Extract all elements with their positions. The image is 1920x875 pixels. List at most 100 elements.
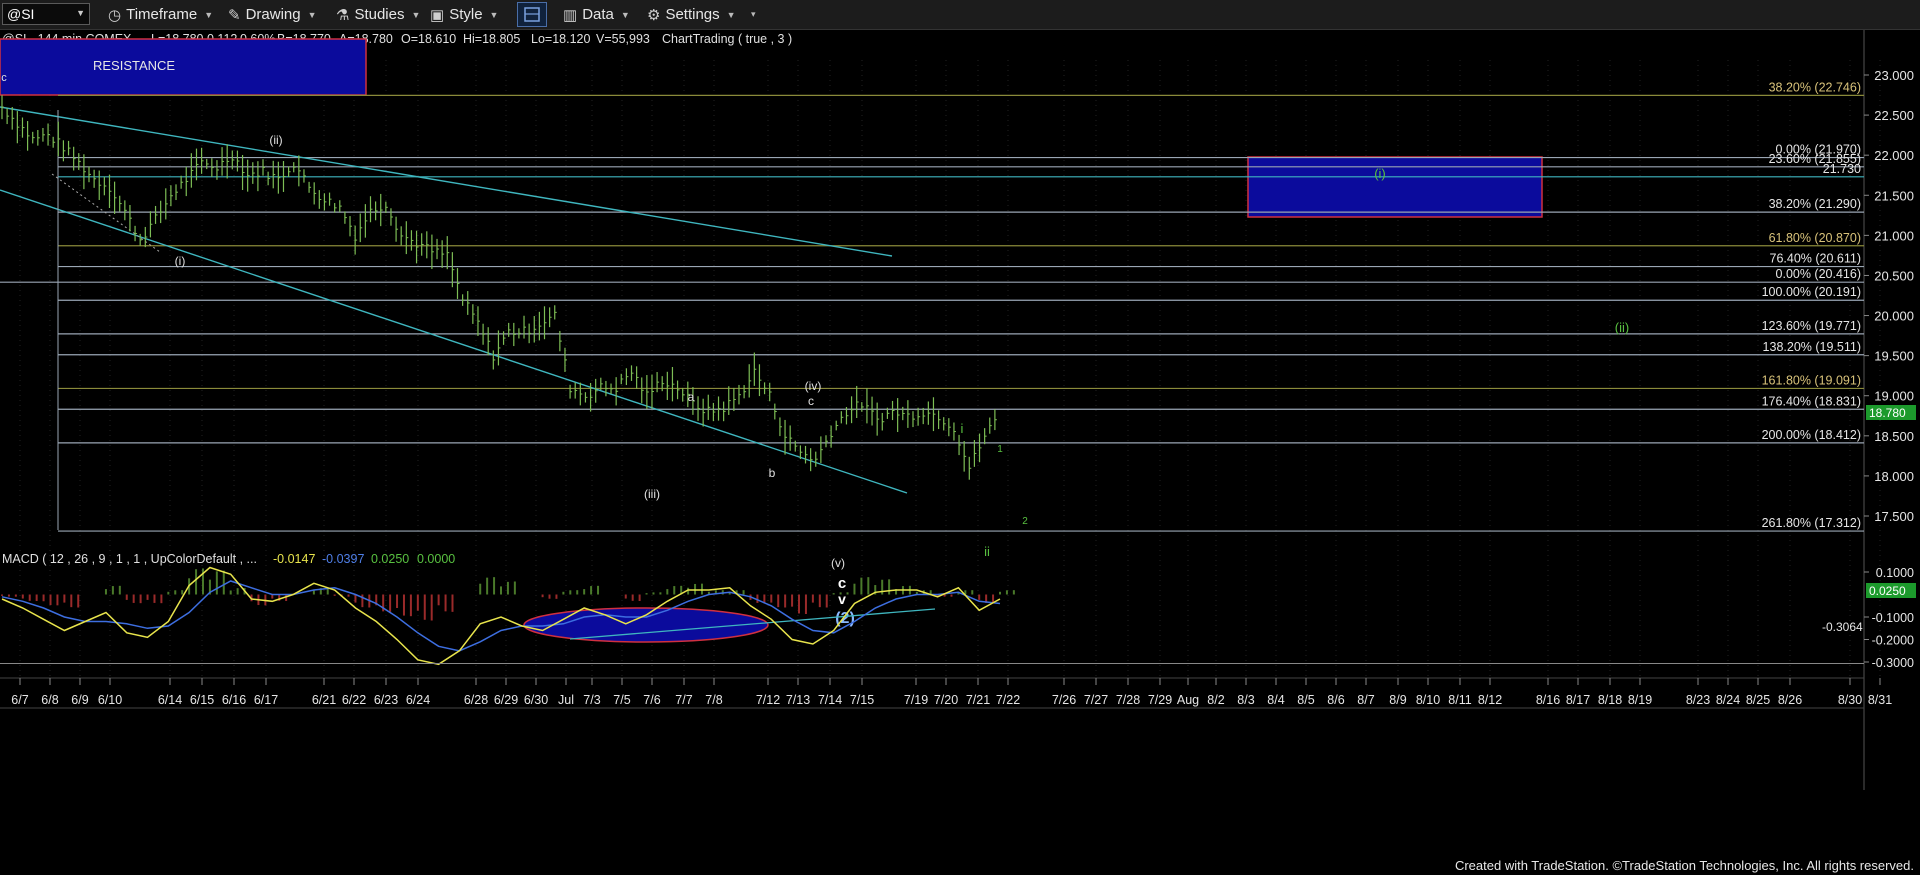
date-axis-label: 6/16 [222, 693, 246, 707]
price-bars [1, 95, 997, 480]
macd-axis-label: -0.1000 [1872, 611, 1914, 625]
date-axis-label: 7/21 [966, 693, 990, 707]
date-axis-label: 6/10 [98, 693, 122, 707]
divergence-ellipse [523, 607, 769, 643]
macd-header-label: MACD ( 12 , 26 , 9 , 1 , 1 , UpColorDefa… [2, 552, 257, 566]
data-menu[interactable]: ▥ Data ▼ [563, 4, 630, 25]
fib-label: 261.80% (17.312) [1762, 516, 1861, 530]
wave-label: 2 [1022, 516, 1028, 527]
chevron-down-icon: ▼ [620, 9, 630, 20]
price-chart[interactable]: @SI - 144 min COMEX L=18.780 0.112 0.60%… [0, 30, 1920, 845]
price-axis-label: 20.000 [1874, 309, 1914, 324]
date-axis-label: 6/9 [71, 693, 88, 707]
macd-axis-label: -0.2000 [1872, 634, 1914, 648]
target-zone-box [1247, 156, 1543, 218]
chevron-down-icon: ▼ [307, 9, 317, 20]
chevron-down-icon[interactable]: ▼ [76, 8, 85, 18]
date-axis-label: 6/8 [41, 693, 58, 707]
date-axis-label: 6/15 [190, 693, 214, 707]
date-axis-label: 6/7 [11, 693, 28, 707]
date-axis-label: 8/2 [1207, 693, 1224, 707]
timeframe-menu[interactable]: ◷ Timeframe ▼ [108, 4, 213, 25]
fib-label: 38.20% (22.746) [1769, 80, 1861, 94]
date-axis-label: 6/17 [254, 693, 278, 707]
date-axis-label: 7/19 [904, 693, 928, 707]
fib-label: 176.40% (18.831) [1762, 394, 1861, 408]
timeframe-menu-label: Timeframe [126, 6, 198, 23]
bar-chart-icon: ▥ [563, 6, 578, 24]
fib-label: 200.00% (18.412) [1762, 428, 1861, 442]
wave-label: 1 [997, 444, 1003, 455]
style-icon: ▣ [430, 6, 445, 24]
date-axis-label: 8/5 [1297, 693, 1314, 707]
date-axis-label: 8/19 [1628, 693, 1652, 707]
studies-menu-label: Studies [354, 6, 405, 23]
symbol-input-value: @SI [7, 6, 35, 22]
date-axis-label: 6/21 [312, 693, 336, 707]
chevron-down-icon: ▼ [411, 9, 421, 20]
fib-label: 0.00% (20.416) [1776, 267, 1861, 281]
date-axis-label: Jul [558, 693, 574, 707]
fib-label: 76.40% (20.611) [1770, 252, 1862, 266]
pencil-icon: ✎ [228, 6, 241, 24]
price-axis-label: 22.000 [1874, 148, 1914, 163]
style-menu[interactable]: ▣ Style ▼ [430, 4, 498, 25]
current-price-label: 18.780 [1869, 406, 1906, 420]
date-axis-label: 8/11 [1448, 693, 1471, 707]
resistance-box [0, 38, 367, 96]
wave-label: (ii) [269, 133, 282, 147]
price-axis-label: 23.000 [1874, 68, 1914, 83]
studies-menu[interactable]: ⚗ Studies ▼ [336, 4, 420, 25]
fib-label: 161.80% (19.091) [1762, 373, 1861, 387]
fibonacci-levels: 38.20% (22.746)0.00% (21.970)23.60% (21.… [0, 80, 1864, 532]
flask-icon: ⚗ [336, 6, 350, 24]
macd-axis: 0.1000 -0.1000 -0.2000 -0.3000 [0, 566, 1914, 670]
price-axis-label: 19.000 [1874, 389, 1914, 404]
macd-min-label: -0.3064 [1822, 620, 1863, 634]
macd-panel [1, 566, 1015, 666]
date-axis-label: 6/24 [406, 693, 430, 707]
style-menu-label: Style [449, 6, 483, 23]
date-axis-label: 8/4 [1267, 693, 1284, 707]
toolbar: @SI ▼ ◷ Timeframe ▼ ✎ Drawing ▼ ⚗ Studie… [0, 0, 1920, 30]
date-axis-label: 8/25 [1746, 693, 1770, 707]
symbol-input[interactable]: @SI ▼ [2, 3, 90, 25]
fib-label: 21.730 [1823, 162, 1861, 176]
chevron-down-icon: ▼ [489, 9, 499, 20]
date-axis-label: 7/20 [934, 693, 958, 707]
date-axis-label: 8/24 [1716, 693, 1740, 707]
data-menu-label: Data [582, 6, 614, 23]
layout-icon [524, 7, 540, 22]
settings-menu-label: Settings [665, 6, 720, 23]
price-axis-label: 20.500 [1874, 268, 1914, 283]
date-axis: 6/7 6/8 6/9 6/10 6/14 6/15 6/16 6/17 6/21 6/22 6/2… [11, 678, 1892, 707]
price-axis-label: 18.500 [1874, 429, 1914, 444]
wave-label: b [769, 466, 776, 480]
macd-value: -0.0147 [273, 552, 315, 566]
date-axis-label: 7/12 [756, 693, 780, 707]
wave-label: c [838, 575, 846, 592]
toolbar-overflow-icon[interactable]: ▾ [744, 4, 756, 25]
date-axis-label: 8/26 [1778, 693, 1802, 707]
price-axis-label: 22.500 [1874, 108, 1914, 123]
price-axis-label: 18.000 [1874, 469, 1914, 484]
date-axis-label: 7/26 [1052, 693, 1076, 707]
macd-axis-label: -0.3000 [1872, 656, 1914, 670]
date-axis-label: 8/12 [1478, 693, 1502, 707]
date-axis-label: 8/31 [1868, 693, 1892, 707]
wave-label: c [1, 72, 7, 84]
chevron-down-icon: ▼ [204, 9, 214, 20]
date-axis-label: 7/15 [850, 693, 874, 707]
fib-label: 100.00% (20.191) [1762, 285, 1861, 299]
price-axis-label: 19.500 [1874, 349, 1914, 364]
footer-copyright: Created with TradeStation. ©TradeStation… [1454, 858, 1914, 873]
date-axis-label: 7/22 [996, 693, 1020, 707]
layout-button[interactable] [517, 2, 547, 27]
wave-label: (i) [175, 254, 186, 268]
settings-menu[interactable]: ⚙ Settings ▼ [647, 4, 736, 25]
date-axis-label: Aug [1177, 693, 1199, 707]
date-axis-label: 7/28 [1116, 693, 1140, 707]
drawing-menu[interactable]: ✎ Drawing ▼ [228, 4, 317, 25]
date-axis-label: 8/9 [1389, 693, 1406, 707]
fib-label: 138.20% (19.511) [1763, 340, 1861, 354]
